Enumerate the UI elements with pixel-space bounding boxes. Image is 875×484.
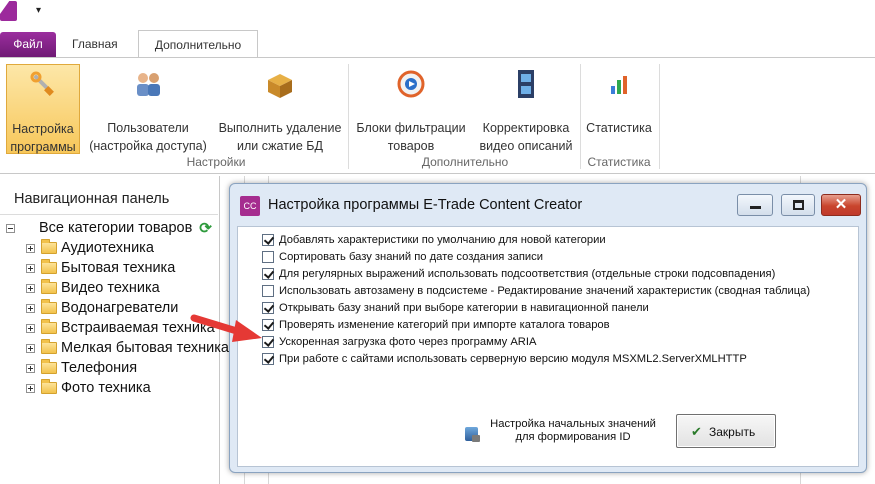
- folder-icon: [41, 319, 57, 335]
- dialog-body: Добавлять характеристики по умолчанию дл…: [237, 226, 859, 467]
- maximize-icon: [793, 200, 804, 210]
- settings-label: Настройка программы: [10, 122, 76, 154]
- tree-item-label: Фото техника: [61, 380, 151, 396]
- tree-item[interactable]: Аудиотехника: [26, 238, 154, 258]
- users-label: Пользователи (настройка доступа): [89, 121, 207, 153]
- tree-item-label: Бытовая техника: [61, 260, 176, 276]
- expand-icon[interactable]: [26, 323, 35, 333]
- minimize-icon: [750, 206, 761, 209]
- expand-icon[interactable]: [26, 363, 35, 373]
- wrench-icon: [30, 71, 54, 96]
- tab-home[interactable]: Главная: [62, 32, 132, 57]
- filter-blocks-button[interactable]: Блоки фильтрации товаров: [352, 64, 470, 154]
- checkbox[interactable]: [262, 251, 274, 263]
- navigation-panel: Навигационная панель Все категории товар…: [0, 183, 229, 484]
- ribbon-separator: [659, 64, 660, 169]
- compact-db-button[interactable]: Выполнить удаление или сжатие БД: [214, 64, 346, 154]
- tree-item-label: Телефония: [61, 360, 138, 376]
- group-statistics-label: Статистика: [587, 155, 651, 169]
- tree-item-label: Водонагреватели: [61, 300, 179, 316]
- settings-button[interactable]: Настройка программы: [6, 64, 80, 154]
- folder-icon: [41, 339, 57, 355]
- checkbox[interactable]: [262, 285, 274, 297]
- film-icon: [518, 70, 534, 98]
- tree-item-label: Видео техника: [61, 280, 160, 296]
- tab-file[interactable]: Файл: [0, 32, 56, 57]
- tree-item[interactable]: Встраиваемая техника: [26, 318, 215, 338]
- maximize-button[interactable]: [781, 194, 815, 216]
- users-button[interactable]: Пользователи (настройка доступа): [86, 64, 210, 154]
- collapse-icon[interactable]: [6, 223, 15, 233]
- close-button-label: Закрыть: [709, 425, 756, 439]
- expand-icon[interactable]: [26, 303, 35, 313]
- group-settings-label: Настройки: [186, 155, 246, 169]
- customize-toolbar-icon[interactable]: ▾: [36, 5, 41, 16]
- minimize-button[interactable]: [737, 194, 773, 216]
- close-button[interactable]: ✔ Закрыть: [676, 414, 776, 448]
- expand-icon[interactable]: [26, 283, 35, 293]
- folder-icon: [41, 239, 57, 255]
- tree-item[interactable]: Фото техника: [26, 378, 151, 398]
- video-descriptions-button[interactable]: Корректировка видео описаний: [474, 64, 578, 154]
- box-icon: [268, 74, 292, 98]
- checkmark-icon: ✔: [691, 424, 702, 439]
- group-additional-label: Дополнительно: [421, 155, 509, 169]
- folder-icon: [41, 379, 57, 395]
- refresh-icon[interactable]: ⟳: [197, 220, 214, 237]
- filter-icon: [397, 70, 425, 98]
- initial-values-link[interactable]: Настройка начальных значений для формиро…: [483, 418, 663, 444]
- tree-item[interactable]: Телефония: [26, 358, 137, 378]
- filter-blocks-label: Блоки фильтрации товаров: [356, 121, 466, 153]
- statistics-button[interactable]: Статистика: [583, 64, 655, 154]
- close-window-button[interactable]: ✕: [821, 194, 861, 216]
- ribbon: Настройка программы Пользователи (настро…: [0, 57, 875, 174]
- tab-additional[interactable]: Дополнительно: [138, 30, 258, 58]
- statistics-label: Статистика: [586, 121, 652, 135]
- dialog-title-bar[interactable]: CC Настройка программы E-Trade Content C…: [230, 184, 866, 226]
- dialog-title: Настройка программы E-Trade Content Crea…: [268, 197, 583, 213]
- expand-icon[interactable]: [26, 383, 35, 393]
- red-arrow-icon: [190, 314, 262, 342]
- chart-icon: [611, 76, 627, 94]
- folder-icon: [41, 279, 57, 295]
- users-icon: [137, 73, 160, 96]
- tree-root[interactable]: Все категории товаров: [6, 218, 192, 238]
- expand-icon[interactable]: [26, 263, 35, 273]
- mouse-cursor-icon: [0, 0, 10, 14]
- quick-access-toolbar: ▾: [0, 0, 875, 30]
- ribbon-separator: [348, 64, 349, 169]
- checkbox[interactable]: [262, 268, 274, 280]
- folder-icon: [41, 299, 57, 315]
- settings-dialog: CC Настройка программы E-Trade Content C…: [229, 183, 867, 473]
- nav-panel-title: Навигационная панель: [14, 191, 170, 207]
- tree-root-label: Все категории товаров: [39, 220, 193, 236]
- app-logo-icon: CC: [240, 196, 260, 216]
- checkbox[interactable]: [262, 353, 274, 365]
- divider: [0, 214, 218, 215]
- tree-item-label: Аудиотехника: [61, 240, 154, 256]
- checkbox[interactable]: [262, 234, 274, 246]
- ribbon-separator: [580, 64, 581, 169]
- folder-icon: [41, 259, 57, 275]
- close-icon: ✕: [834, 196, 848, 213]
- expand-icon[interactable]: [26, 343, 35, 353]
- expand-icon[interactable]: [26, 243, 35, 253]
- folder-icon: [41, 359, 57, 375]
- database-settings-icon[interactable]: [465, 427, 480, 442]
- ribbon-tabs: Файл Главная Дополнительно: [0, 30, 875, 58]
- initial-values-line2: для формирования ID: [515, 431, 631, 443]
- compact-db-label: Выполнить удаление или сжатие БД: [218, 121, 342, 153]
- video-descriptions-label: Корректировка видео описаний: [479, 121, 573, 153]
- tree-item[interactable]: Бытовая техника: [26, 258, 175, 278]
- tree-item[interactable]: Видео техника: [26, 278, 160, 298]
- initial-values-line1: Настройка начальных значений: [490, 418, 656, 430]
- tree-item[interactable]: Водонагреватели: [26, 298, 178, 318]
